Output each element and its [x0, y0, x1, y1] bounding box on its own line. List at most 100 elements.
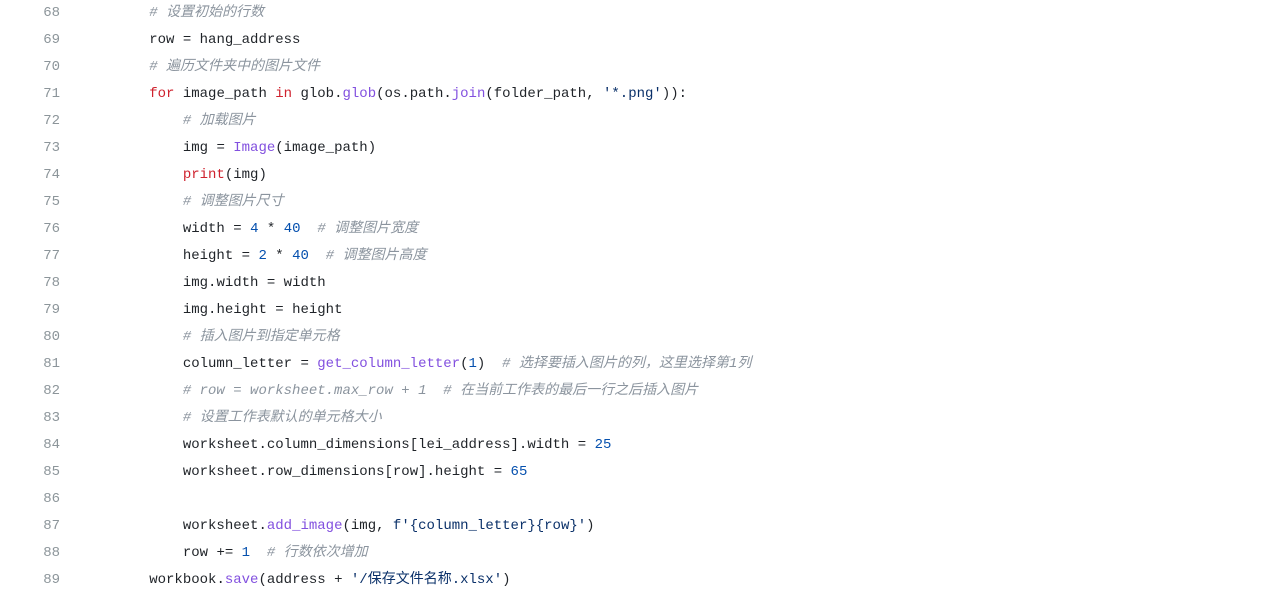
code-line[interactable]: worksheet.column_dimensions[lei_address]…: [82, 432, 1280, 459]
token-o: .: [258, 464, 266, 480]
token-o: ): [258, 167, 266, 183]
line-number: 79: [0, 297, 60, 324]
token-n: [301, 221, 318, 237]
code-line[interactable]: workbook.save(address + '/保存文件名称.xlsx'): [82, 567, 1280, 594]
token-n: folder_path: [494, 86, 586, 102]
line-number: 84: [0, 432, 60, 459]
code-line[interactable]: row += 1 # 行数依次增加: [82, 540, 1280, 567]
line-number: 77: [0, 243, 60, 270]
code-line[interactable]: # 插入图片到指定单元格: [82, 324, 1280, 351]
token-m: 25: [595, 437, 612, 453]
line-number: 86: [0, 486, 60, 513]
token-o: ,: [586, 86, 603, 102]
token-f: add_image: [267, 518, 343, 534]
code-line[interactable]: height = 2 * 40 # 调整图片高度: [82, 243, 1280, 270]
token-o: =: [300, 356, 308, 372]
token-n: hang_address: [191, 32, 300, 48]
token-o: (: [460, 356, 468, 372]
token-n: image_path: [284, 140, 368, 156]
token-n: height: [435, 464, 494, 480]
token-c: # row = worksheet.max_row + 1 # 在当前工作表的最…: [183, 383, 698, 399]
code-line[interactable]: width = 4 * 40 # 调整图片宽度: [82, 216, 1280, 243]
code-line[interactable]: row = hang_address: [82, 27, 1280, 54]
code-line[interactable]: worksheet.row_dimensions[row].height = 6…: [82, 459, 1280, 486]
code-line[interactable]: # 加载图片: [82, 108, 1280, 135]
token-c: # 插入图片到指定单元格: [183, 329, 340, 345]
token-s: f'{column_letter}{row}': [393, 518, 586, 534]
token-n: row_dimensions: [267, 464, 385, 480]
code-line[interactable]: worksheet.add_image(img, f'{column_lette…: [82, 513, 1280, 540]
token-o: (: [225, 167, 233, 183]
token-m: 40: [284, 221, 301, 237]
token-n: [309, 248, 326, 264]
token-n: row: [393, 464, 418, 480]
token-c: # 设置工作表默认的单元格大小: [183, 410, 382, 426]
token-n: [485, 356, 502, 372]
token-s: '*.png': [603, 86, 662, 102]
token-c: # 加载图片: [183, 113, 256, 129]
token-n: height: [216, 302, 275, 318]
code-line[interactable]: img = Image(image_path): [82, 135, 1280, 162]
token-n: address: [267, 572, 334, 588]
code-line[interactable]: [82, 486, 1280, 513]
line-number: 76: [0, 216, 60, 243]
code-line[interactable]: img.height = height: [82, 297, 1280, 324]
token-n: img: [233, 167, 258, 183]
token-n: worksheet: [183, 464, 259, 480]
token-o: (: [485, 86, 493, 102]
token-o: (: [376, 86, 384, 102]
token-n: column_letter: [183, 356, 301, 372]
code-line[interactable]: for image_path in glob.glob(os.path.join…: [82, 81, 1280, 108]
token-o: .: [401, 86, 409, 102]
token-c: # 调整图片尺寸: [183, 194, 284, 210]
token-o: .: [258, 518, 266, 534]
token-o: +=: [216, 545, 233, 561]
code-line[interactable]: # 遍历文件夹中的图片文件: [82, 54, 1280, 81]
code-line[interactable]: # 设置工作表默认的单元格大小: [82, 405, 1280, 432]
token-o: ): [502, 572, 510, 588]
token-n: [502, 464, 510, 480]
token-n: path: [410, 86, 444, 102]
code-line[interactable]: column_letter = get_column_letter(1) # 选…: [82, 351, 1280, 378]
code-line[interactable]: print(img): [82, 162, 1280, 189]
token-o: ].: [418, 464, 435, 480]
token-n: height: [284, 302, 343, 318]
code-line[interactable]: # 设置初始的行数: [82, 0, 1280, 27]
token-o: (: [275, 140, 283, 156]
token-o: (: [258, 572, 266, 588]
code-area[interactable]: # 设置初始的行数 row = hang_address # 遍历文件夹中的图片…: [78, 0, 1280, 594]
token-n: img: [183, 275, 208, 291]
token-n: image_path: [174, 86, 275, 102]
token-n: column_dimensions: [267, 437, 410, 453]
token-k: in: [275, 86, 292, 102]
token-n: row: [149, 32, 183, 48]
line-number: 75: [0, 189, 60, 216]
token-o: =: [216, 140, 224, 156]
token-f: Image: [233, 140, 275, 156]
token-o: .: [334, 86, 342, 102]
token-n: lei_address: [418, 437, 510, 453]
token-m: 1: [242, 545, 250, 561]
code-line[interactable]: # row = worksheet.max_row + 1 # 在当前工作表的最…: [82, 378, 1280, 405]
code-editor[interactable]: 6869707172737475767778798081828384858687…: [0, 0, 1280, 594]
code-line[interactable]: # 调整图片尺寸: [82, 189, 1280, 216]
token-k: for: [149, 86, 174, 102]
code-line[interactable]: img.width = width: [82, 270, 1280, 297]
token-o: )):: [662, 86, 687, 102]
token-n: glob: [292, 86, 334, 102]
token-n: width: [183, 221, 233, 237]
line-number: 83: [0, 405, 60, 432]
token-n: img: [351, 518, 376, 534]
token-n: workbook: [149, 572, 216, 588]
token-n: worksheet: [183, 518, 259, 534]
token-c: # 行数依次增加: [267, 545, 368, 561]
token-m: 40: [292, 248, 309, 264]
line-number: 89: [0, 567, 60, 594]
token-o: =: [275, 302, 283, 318]
line-number: 73: [0, 135, 60, 162]
token-o: =: [494, 464, 502, 480]
token-c: # 调整图片高度: [326, 248, 427, 264]
token-o: (: [342, 518, 350, 534]
token-n: [342, 572, 350, 588]
line-number: 80: [0, 324, 60, 351]
